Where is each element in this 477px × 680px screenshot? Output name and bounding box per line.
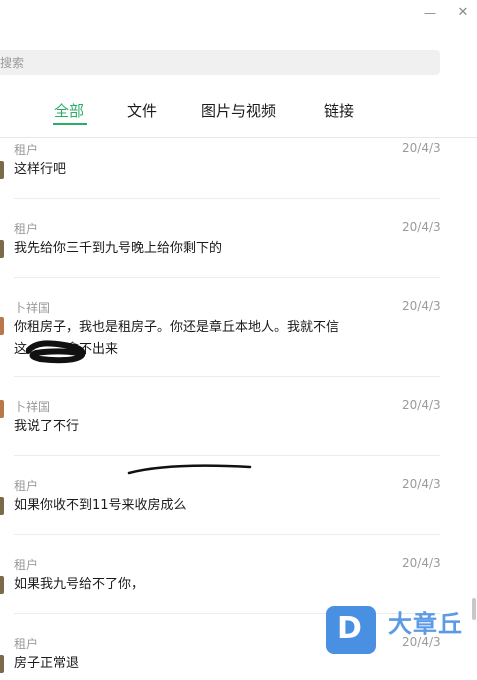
message-sender: 租户 — [14, 479, 39, 493]
divider — [14, 376, 440, 377]
tab-files[interactable]: 文件 — [127, 100, 157, 121]
search-placeholder: 搜索 — [0, 56, 25, 70]
message-date: 20/4/3 — [402, 299, 441, 313]
message-text: 这样行吧 — [14, 162, 67, 177]
avatar — [0, 400, 4, 418]
redaction-scribble — [26, 340, 86, 364]
message-sender: 租户 — [14, 222, 39, 236]
close-icon: ✕ — [457, 5, 469, 20]
message-date: 20/4/3 — [402, 141, 441, 155]
message-date: 20/4/3 — [402, 556, 441, 570]
message-text: 我先给你三千到九号晚上给你剩下的 — [14, 241, 223, 256]
tab-bar: 全部 文件 图片与视频 链接 — [0, 100, 477, 124]
avatar — [0, 655, 4, 673]
message-date: 20/4/3 — [402, 220, 441, 234]
avatar — [0, 317, 4, 335]
message-sender: 卜祥国 — [14, 301, 51, 315]
message-sender: 租户 — [14, 558, 39, 572]
tab-media[interactable]: 图片与视频 — [201, 100, 276, 121]
avatar — [0, 240, 4, 258]
search-input[interactable]: 搜索 — [0, 50, 440, 75]
watermark-text: 大章丘 — [388, 610, 463, 638]
avatar — [0, 576, 4, 594]
divider — [14, 455, 440, 456]
message-text: 如果我九号给不了你， — [14, 577, 145, 592]
minimize-button[interactable]: — — [420, 4, 440, 22]
avatar — [0, 497, 4, 515]
message-text: 如果你收不到11号来收房成么 — [14, 498, 187, 513]
message-text: 你租房子，我也是租房子。你还是章丘本地人。我就不信 — [14, 320, 340, 335]
message-date: 20/4/3 — [402, 398, 441, 412]
pen-stroke — [127, 464, 252, 475]
message-sender: 租户 — [14, 637, 39, 651]
divider — [14, 613, 440, 614]
tab-all[interactable]: 全部 — [54, 100, 84, 121]
scrollbar-thumb[interactable] — [472, 598, 476, 620]
message-sender: 租户 — [14, 143, 39, 157]
divider — [14, 277, 440, 278]
divider — [14, 534, 440, 535]
watermark-logo-icon: D — [326, 606, 376, 654]
message-sender: 卜祥国 — [14, 400, 51, 414]
minimize-icon: — — [424, 6, 436, 20]
watermark-badge-letter: D — [337, 611, 362, 646]
active-tab-indicator — [53, 123, 87, 125]
message-date: 20/4/3 — [402, 477, 441, 491]
message-text: 我说了不行 — [14, 419, 80, 434]
divider — [14, 198, 440, 199]
tab-links[interactable]: 链接 — [324, 100, 354, 121]
message-text: 房子正常退 — [14, 656, 80, 671]
tabs-divider — [0, 137, 477, 138]
close-button[interactable]: ✕ — [453, 4, 473, 22]
avatar — [0, 161, 4, 179]
